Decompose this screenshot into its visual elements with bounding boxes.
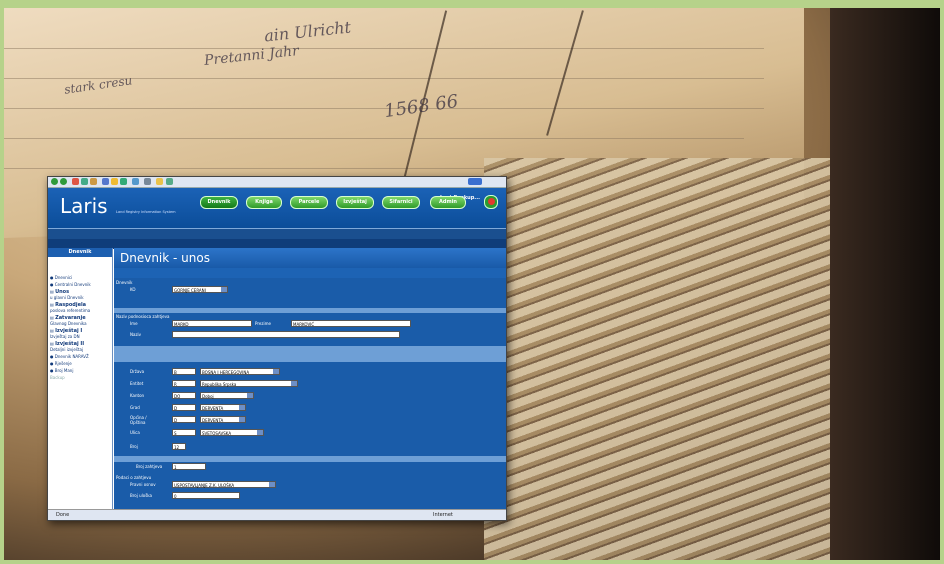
broj-label: Broj — [130, 444, 138, 449]
prezime-label: Prezime — [255, 321, 271, 326]
app-header: Last Backup... Laris Land Registry Infor… — [48, 188, 506, 228]
page-title: Dnevnik - unos — [114, 248, 506, 268]
main-panel: Dnevnik - unos Dnevnik KO GORNJE CERANI … — [114, 248, 506, 510]
nav-dnevnik[interactable]: Dnevnik — [200, 196, 238, 209]
ko-label: KO — [130, 287, 136, 292]
section-podaci: Podaci o zahtjevu — [116, 475, 152, 480]
browser-toolbar — [48, 177, 506, 188]
sidebar-item-broj-manj[interactable]: ● Broj Manj — [50, 368, 112, 373]
browser-window: Last Backup... Laris Land Registry Infor… — [47, 176, 507, 521]
sidebar-item-zatvaranje[interactable]: ▤ Zatvaranje Glavnog Dnevnika — [50, 315, 112, 326]
windows-logo-icon — [468, 178, 482, 185]
drzava-label: Država — [130, 369, 145, 374]
entitet-select[interactable]: Republika Srpska — [200, 380, 298, 387]
sidebar-item-centralni[interactable]: ● Centralni Dnevnik — [50, 282, 112, 287]
entitet-code[interactable]: R — [172, 380, 196, 387]
nav-izvjestaj[interactable]: Izvještaj — [336, 196, 374, 209]
sidebar-item-backup[interactable]: Backup — [50, 375, 112, 380]
naziv-label: Naziv — [130, 332, 142, 337]
grad-select[interactable]: DERVENTA — [200, 404, 246, 411]
drzava-code[interactable]: B — [172, 368, 196, 375]
opcina-select[interactable]: DERVENTA — [200, 416, 246, 423]
mail-icon[interactable] — [132, 178, 139, 185]
prezime-input[interactable]: MARKOVIĆ — [291, 320, 411, 327]
opcina-label: Općina / Opština — [130, 415, 147, 425]
back-icon[interactable] — [51, 178, 58, 185]
print-icon[interactable] — [144, 178, 151, 185]
kanton-select[interactable]: Doboj — [200, 392, 254, 399]
naziv-input[interactable] — [172, 331, 400, 338]
broj-uloska-input[interactable]: 0 — [172, 492, 240, 499]
broj-zahtjeva-input[interactable]: 1 — [172, 463, 206, 470]
sidebar-item-unos[interactable]: ▤ Unos u glavni Dnevnik — [50, 289, 112, 300]
sidebar-title: Dnevnik — [48, 248, 112, 257]
paper-stack — [484, 158, 844, 560]
ko-select[interactable]: GORNJE CERANI — [172, 286, 228, 293]
refresh-icon[interactable] — [81, 178, 88, 185]
logout-icon[interactable] — [484, 195, 498, 209]
section-podnosilac: Naziv podnosioca zahtjeva — [116, 314, 170, 319]
grad-code[interactable]: D — [172, 404, 196, 411]
opcina-code[interactable]: D — [172, 416, 196, 423]
status-left: Done — [56, 512, 70, 518]
ulica-label: Ulica — [130, 430, 140, 435]
history-icon[interactable] — [120, 178, 127, 185]
status-zone: Internet — [433, 512, 453, 518]
nav-sifarnici[interactable]: Sifarnici — [382, 196, 420, 209]
entitet-label: Entitet — [130, 381, 144, 386]
broj-input[interactable]: 12 — [172, 443, 186, 450]
dark-edge — [830, 8, 940, 560]
ulica-select[interactable]: SVETOSAVSKA — [200, 429, 264, 436]
pravni-osnov-label: Pravni osnov — [130, 482, 156, 487]
header-divider — [48, 228, 506, 239]
nav-knjiga[interactable]: Knjiga — [246, 196, 282, 209]
sidebar-item-naravz[interactable]: ● Dnevnik NARAVŽ — [50, 354, 112, 359]
sidebar-item-dnevnici[interactable]: ● Dnevnici — [50, 275, 112, 280]
favorites-icon[interactable] — [111, 178, 118, 185]
nav-admin[interactable]: Admin — [430, 196, 466, 209]
ulica-code[interactable]: S — [172, 429, 196, 436]
status-bar: Done Internet — [48, 509, 506, 520]
folder-icon[interactable] — [156, 178, 163, 185]
drzava-select[interactable]: BOSNA I HERCEGOVINA — [200, 368, 280, 375]
section-dnevnik: Dnevnik — [116, 280, 133, 285]
ime-input[interactable]: MARKO — [172, 320, 252, 327]
app-tagline: Land Registry Information System — [116, 210, 176, 214]
stop-icon[interactable] — [72, 178, 79, 185]
broj-zahtjeva-label: Broj zahtjeva — [136, 464, 163, 469]
sidebar-item-izvjestaj-2[interactable]: ▤ Izvještaj II Detaljni izvještaj — [50, 341, 112, 352]
broj-uloska-label: Broj uloška — [130, 493, 153, 498]
sidebar: Dnevnik ● Dnevnici ● Centralni Dnevnik ▤… — [48, 248, 113, 510]
grad-label: Grad — [130, 405, 140, 410]
sidebar-item-rjesenje[interactable]: ● Rješenje — [50, 361, 112, 366]
nav-parcele[interactable]: Parcele — [290, 196, 328, 209]
app-logo: Laris — [60, 194, 108, 218]
ime-label: Ime — [130, 321, 138, 326]
sidebar-item-raspodjela[interactable]: ▤ Raspodjela poslova referentima — [50, 302, 112, 313]
kanton-code[interactable]: DO — [172, 392, 196, 399]
home-icon[interactable] — [90, 178, 97, 185]
sidebar-item-izvjestaj-1[interactable]: ▤ Izvještaj I Izvještaj za DN — [50, 328, 112, 339]
kanton-label: Kanton — [130, 393, 145, 398]
messenger-icon[interactable] — [166, 178, 173, 185]
pravni-osnov-select[interactable]: USPOSTAVLJANJE Z.K. ULOŠKA — [172, 481, 276, 488]
forward-icon[interactable] — [60, 178, 67, 185]
search-icon[interactable] — [102, 178, 109, 185]
